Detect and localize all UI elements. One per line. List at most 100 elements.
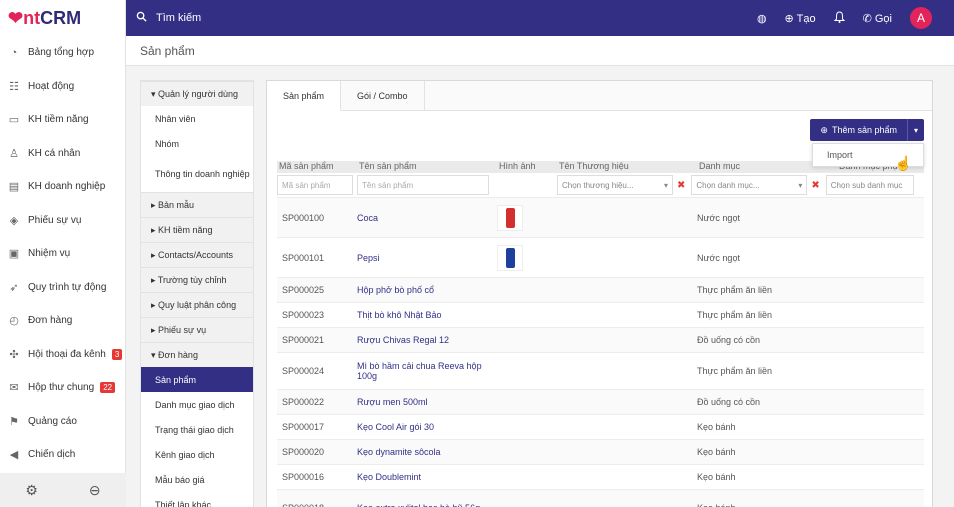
product-code: SP000022 [282,397,325,407]
name-filter-input[interactable]: Tên sản phẩm [357,175,489,195]
table-row[interactable]: SP000024 Mì bò hầm cải chua Reeva hộp 100… [277,352,924,389]
tab-combo[interactable]: Gói / Combo [341,81,425,110]
product-name-link[interactable]: Rượu men 500ml [357,397,497,407]
notification-bell-icon[interactable] [833,10,845,26]
sidebar-item[interactable]: ◀ Chiến dịch [0,438,125,472]
product-name-link[interactable]: Coca [357,213,497,223]
sidebar-item-label: Quy trình tự động [28,281,107,293]
settings-group-header[interactable]: ▸ Contacts/Accounts [141,242,253,267]
settings-group-header[interactable]: ▸ Trường tùy chỉnh [141,267,253,292]
settings-menu-item[interactable]: Kênh giao dịch [141,442,253,467]
product-code: SP000016 [282,472,325,482]
category-filter-select[interactable]: Chọn danh mục... ▾ [691,175,808,195]
search-icon[interactable] [126,11,156,25]
brand-filter-select[interactable]: Chọn thương hiệu... ▾ [557,175,673,195]
sidebar-item[interactable]: ⚑ Quảng cáo [0,405,125,439]
code-filter-input[interactable]: Mã sản phẩm [277,175,353,195]
lead-card-icon: ▭ [8,114,20,127]
table-row[interactable]: SP000016 Kẹo Doublemint Kẹo bánh [277,464,924,489]
tab-products[interactable]: Sản phẩm [267,81,342,111]
settings-menu-item[interactable]: Thông tin doanh nghiệp [141,156,253,192]
collapse-sidebar-icon[interactable]: ⊖ [89,482,101,499]
settings-group-header[interactable]: ▾ Quản lý người dùng [141,81,253,106]
settings-menu-item[interactable]: Nhân viên [141,106,253,131]
settings-group-header[interactable]: ▸ Phiếu sự vụ [141,317,253,342]
coca-can-image [505,207,515,228]
settings-menu-item[interactable]: Danh mục giao dịch [141,392,253,417]
product-code: SP000021 [282,335,325,345]
table-row[interactable]: SP000101 Pepsi Nước ngọt [277,237,924,277]
product-name-link[interactable]: Kẹo extra xylitol bạc hà hũ 56g [357,503,497,507]
product-category: Kẹo bánh [697,503,837,507]
product-name-link[interactable]: Kẹo Doublemint [357,472,497,482]
product-name-link[interactable]: Kẹo dynamite sôcola [357,447,497,457]
table-row[interactable]: SP000025 Hộp phở bò phố cổ Thực phẩm ăn li… [277,277,924,302]
settings-menu-item[interactable]: Thiết lập khác [141,492,253,507]
subcategory-filter-select[interactable]: Chọn sub danh mục [825,175,914,195]
settings-menu-item[interactable]: Trạng thái giao dịch [141,417,253,442]
unread-count-badge: 3 [111,348,123,360]
clear-brand-filter-icon[interactable]: ✖ [677,180,685,191]
product-name-link[interactable]: Mì bò hầm cải chua Reeva hộp 100g [357,361,497,381]
product-image-cell [497,204,557,231]
filter-row: Mã sản phẩm Tên sản phẩm Chọn thương hiệ… [277,173,924,197]
table-row[interactable]: SP000022 Rượu men 500ml Đồ uống có cồn [277,389,924,414]
product-category: Thực phẩm ăn liền [697,310,773,320]
tab-bar: Sản phẩm Gói / Combo [267,81,932,111]
add-product-button[interactable]: ⊕ Thêm sản phẩm [810,119,908,141]
clear-category-filter-icon[interactable]: ✖ [811,180,819,191]
sidebar-item[interactable]: ◔ Bảng tổng hợp [0,36,125,70]
product-name-link[interactable]: Kẹo Cool Air gói 30 [357,422,497,432]
product-code: SP000023 [282,310,325,320]
logo-prefix: ❤nt [8,7,41,28]
pepsi-can-image [505,247,515,268]
table-row[interactable]: SP000018Kẹo extra xylitol bạc hà hũ 56g K… [277,489,924,507]
user-avatar[interactable]: A [910,7,932,29]
settings-group-header[interactable]: ▸ Bản mẫu [141,192,253,217]
table-row[interactable]: SP000023 Thịt bò khô Nhật Bảo Thực phẩm ăn… [277,302,924,327]
sidebar-item[interactable]: ▭ KH tiềm năng [0,103,125,137]
language-globe-icon[interactable]: ◍ [757,12,767,25]
settings-menu-item[interactable]: Mẫu báo giá [141,467,253,492]
product-code: SP000024 [282,366,325,376]
product-name-link[interactable]: Pepsi [357,253,497,263]
column-header-name[interactable]: Tên sản phẩm [357,161,497,173]
global-search-input[interactable]: Tìm kiếm [156,12,201,24]
table-row[interactable]: SP000100 Coca Nước ngọt [277,197,924,237]
create-button[interactable]: ⊕ Tạo [785,12,816,25]
call-button[interactable]: ✆ Gọi [863,12,892,25]
sidebar-item[interactable]: ✣ Hội thoại đa kênh 3 [0,338,125,372]
sidebar-item[interactable]: ◈ Phiếu sự vụ [0,204,125,238]
product-thumbnail[interactable] [497,244,523,271]
product-name-link[interactable]: Thịt bò khô Nhật Bảo [357,310,497,320]
app-logo[interactable]: ❤nt CRM [0,0,125,36]
table-row[interactable]: SP000020 Kẹo dynamite sôcola Kẹo bánh [277,439,924,464]
settings-menu-item[interactable]: Sản phẩm [141,367,253,392]
left-sidebar: ❤nt CRM ◔ Bảng tổng hợp ☷ Hoạt động ▭ KH tiềm … [0,0,126,507]
sidebar-item[interactable]: ▣ Nhiệm vụ [0,237,125,271]
sidebar-item[interactable]: ➶ Quy trình tự động [0,271,125,305]
sidebar-item[interactable]: ☷ Hoạt động [0,70,125,104]
settings-menu-item[interactable]: Nhóm [141,131,253,156]
settings-group-header[interactable]: ▸ Quy luật phân công [141,292,253,317]
sidebar-item-label: Hộp thư chung [28,382,95,394]
column-header-code[interactable]: Mã sản phẩm [277,161,357,173]
product-name-link[interactable]: Hộp phở bò phố cổ [357,285,497,295]
subcategory-filter-placeholder: Chọn sub danh mục [830,180,903,190]
sidebar-item[interactable]: ◴ Đơn hàng [0,304,125,338]
sidebar-item[interactable]: ✉ Hộp thư chung 22 [0,371,125,405]
settings-group-header[interactable]: ▸ KH tiềm năng [141,217,253,242]
top-bar: Tìm kiếm ◍ ⊕ Tạo ✆ Gọi A [126,0,954,36]
table-row[interactable]: SP000021 Rượu Chivas Regal 12 Đồ uống có c… [277,327,924,352]
settings-gear-icon[interactable]: ⚙ [25,482,38,499]
sidebar-item[interactable]: ♙ KH cá nhân [0,137,125,171]
order-icon: ◴ [9,315,19,328]
settings-group-header[interactable]: ▾ Đơn hàng [141,342,253,367]
table-row[interactable]: SP000017 Kẹo Cool Air gói 30 Kẹo bánh [277,414,924,439]
column-header-brand[interactable]: Tên Thương hiệu [557,161,697,173]
add-product-dropdown-toggle[interactable]: ▾ [908,119,924,141]
sidebar-item[interactable]: ▤ KH doanh nghiệp [0,170,125,204]
hand-pointer-cursor-icon: ☝ [894,155,912,171]
product-thumbnail[interactable] [497,204,523,231]
product-name-link[interactable]: Rượu Chivas Regal 12 [357,335,497,345]
